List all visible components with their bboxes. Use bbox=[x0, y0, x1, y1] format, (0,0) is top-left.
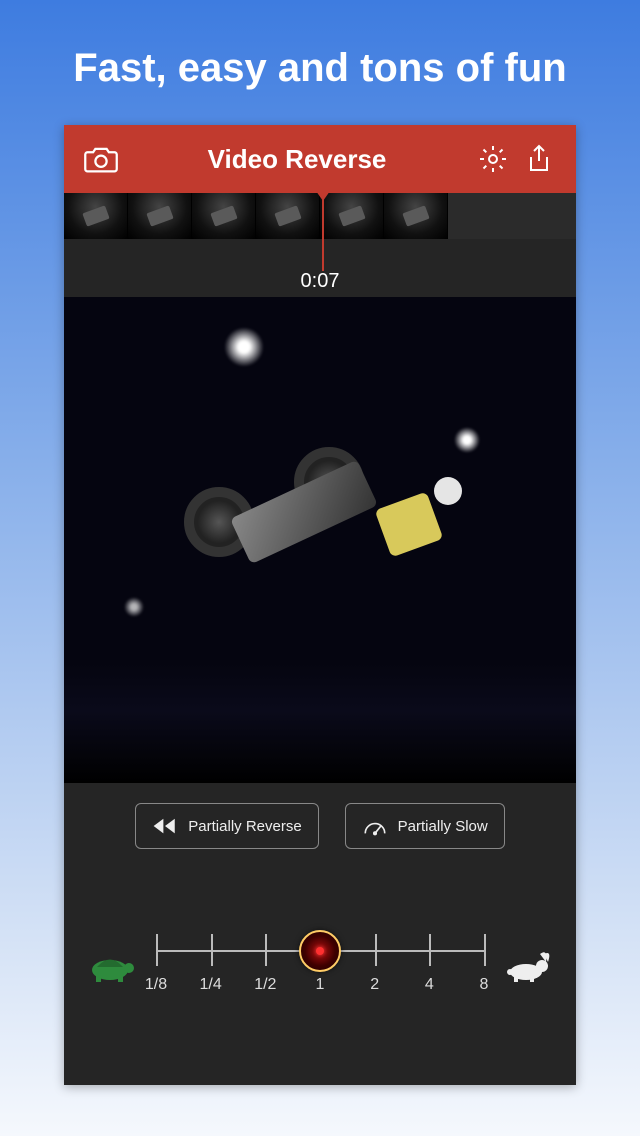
speed-label: 8 bbox=[480, 976, 489, 994]
share-button[interactable] bbox=[516, 136, 562, 182]
speed-label: 1/4 bbox=[200, 976, 222, 994]
speed-label: 1/2 bbox=[254, 976, 276, 994]
timeline-frame bbox=[64, 193, 128, 239]
crowd-silhouette bbox=[64, 663, 576, 783]
timeline-frame bbox=[128, 193, 192, 239]
speed-tick bbox=[265, 934, 267, 966]
speed-knob[interactable] bbox=[299, 930, 341, 972]
speed-label: 1 bbox=[316, 976, 325, 994]
screen-title: Video Reverse bbox=[124, 144, 470, 175]
speed-tick bbox=[211, 934, 213, 966]
mode-label: Partially Slow bbox=[398, 818, 488, 835]
motocross-subject bbox=[184, 447, 484, 617]
partially-slow-button[interactable]: Partially Slow bbox=[345, 803, 505, 849]
video-preview[interactable] bbox=[64, 297, 576, 783]
speed-label: 2 bbox=[370, 976, 379, 994]
speed-ruler[interactable]: 1/81/41/21248 bbox=[156, 924, 484, 1010]
speed-control: 1/8 1/4 1/2 1 2 4 8 bbox=[64, 869, 576, 1085]
current-time: 0:07 bbox=[301, 270, 340, 293]
mode-label: Partially Reverse bbox=[188, 818, 301, 835]
speed-tick bbox=[156, 934, 158, 966]
speed-tick bbox=[375, 934, 377, 966]
timeline-frame bbox=[384, 193, 448, 239]
partially-reverse-button[interactable]: Partially Reverse bbox=[135, 803, 318, 849]
mode-row: Partially Reverse Partially Slow bbox=[64, 783, 576, 869]
turtle-icon bbox=[84, 947, 138, 987]
rabbit-icon bbox=[502, 947, 556, 987]
timeline-frame bbox=[192, 193, 256, 239]
speed-tick bbox=[484, 934, 486, 966]
stage-light-icon bbox=[124, 597, 144, 617]
camera-button[interactable] bbox=[78, 136, 124, 182]
stage-light-icon bbox=[224, 327, 264, 367]
speedometer-icon bbox=[362, 816, 388, 836]
speed-tick bbox=[429, 934, 431, 966]
app-window: Video Reverse 0:07 bbox=[64, 125, 576, 1085]
top-bar: Video Reverse bbox=[64, 125, 576, 193]
promo-headline: Fast, easy and tons of fun bbox=[73, 46, 566, 91]
speed-label: 4 bbox=[425, 976, 434, 994]
timeline-area: 0:07 bbox=[64, 193, 576, 297]
speed-label: 1/8 bbox=[145, 976, 167, 994]
rewind-icon bbox=[152, 816, 178, 836]
timeline-frame bbox=[256, 193, 320, 239]
settings-button[interactable] bbox=[470, 136, 516, 182]
